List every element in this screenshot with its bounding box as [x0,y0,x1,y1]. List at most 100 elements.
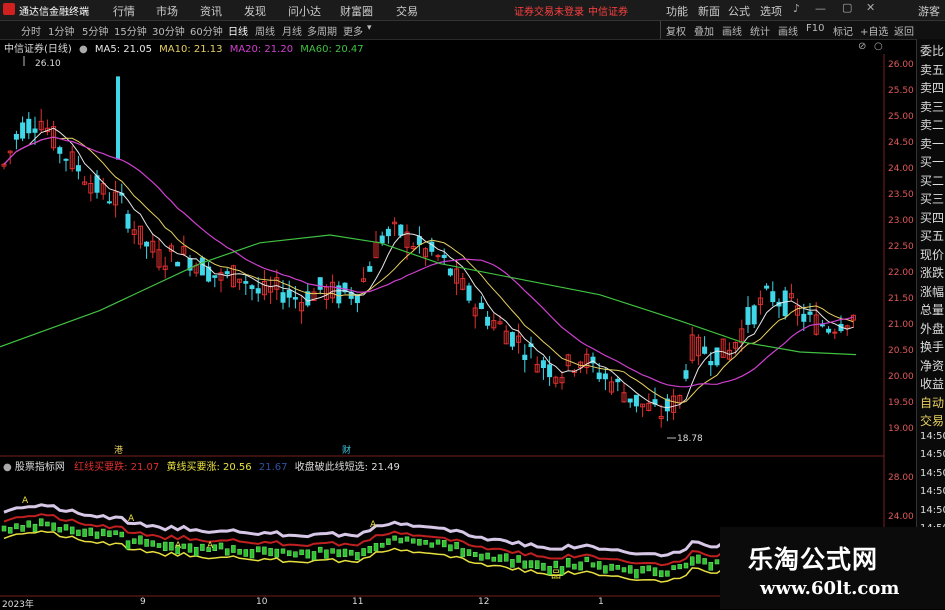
period-1min[interactable]: 1分钟 [48,23,74,38]
tool-add-watch[interactable]: +自选 [860,23,888,38]
candle-body [745,307,751,325]
indicator-bar [280,548,286,554]
quote-panel-item: 买二 [920,173,945,188]
guest-label[interactable]: 游客 [918,3,940,19]
menu-function[interactable]: 功能 [666,3,688,19]
close-icon[interactable]: ✕ [866,1,875,14]
candle-body [596,372,602,380]
indicator-bar [361,548,366,557]
candle-body [292,297,298,300]
tool-adjust[interactable]: 复权 [666,23,686,38]
candle-body [398,224,404,236]
tool-f10[interactable]: F10 [806,23,824,34]
tool-overlay[interactable]: 叠加 [694,23,714,38]
bell-icon[interactable]: ♪ [793,2,800,15]
period-day[interactable]: 日线 [228,23,248,38]
indicator-bar [57,527,63,533]
indicator-header: ● 股票指标网 红线买要跌: 21.07 黄线买要涨: 20.56 21.67 … [0,458,400,473]
indicator-bar [181,543,187,549]
indicator-bar [305,549,311,559]
indicator-bar [150,540,156,547]
indicator-bar [423,540,428,545]
indicator-bar [491,556,497,562]
quote-panel-item: 卖三 [920,99,945,114]
period-60min[interactable]: 60分钟 [190,23,223,38]
indicator-bar [615,565,621,570]
candle-body [435,255,441,258]
menu-ask[interactable]: 问小达 [288,3,321,19]
menu-quotes[interactable]: 行情 [113,3,135,19]
indicator-bar [714,559,720,565]
tool-mark[interactable]: 标记 [833,23,853,38]
menu-newface[interactable]: 新面 [698,3,720,19]
menu-trade[interactable]: 交易 [396,3,418,19]
quote-panel-item: 买五 [920,229,945,243]
tool-draw-line[interactable]: 画线 [778,23,798,38]
indicator-bar [609,563,614,571]
candle-body [379,235,385,244]
indicator-bar [169,541,174,551]
collapse-icon[interactable]: ⊘ [858,41,866,52]
menu-formula[interactable]: 公式 [728,3,750,19]
quote-panel-item: 换手 [920,340,945,354]
indicator-bar [398,537,404,544]
menu-options[interactable]: 选项 [760,3,782,19]
period-5min[interactable]: 5分钟 [82,23,108,38]
time-tick: 10 [256,597,268,607]
event-marker-hk[interactable]: 港 [114,443,123,456]
candle-body [478,302,484,310]
candle-body [751,305,757,325]
y-tick: 24.50 [888,138,914,148]
broker-name[interactable]: 中信证券 [588,3,628,18]
low-price-label: 18.78 [677,434,703,444]
indicator-bar [565,557,571,568]
period-intraday[interactable]: 分时 [21,23,41,38]
y-tick: 24.00 [888,164,914,174]
indicator-bar [94,531,100,539]
period-30min[interactable]: 30分钟 [152,23,185,38]
tool-draw[interactable]: 画线 [722,23,742,38]
indicator-bar [702,558,707,565]
settings-icon[interactable]: ● [3,462,12,473]
menu-news[interactable]: 资讯 [200,3,222,19]
event-marker-fin[interactable]: 财 [342,443,351,456]
period-more[interactable]: 更多 [343,23,363,38]
chevron-down-icon[interactable]: ▾ [367,23,372,33]
indicator-name[interactable]: 股票指标网 [15,462,65,473]
kline-chart[interactable] [0,54,916,609]
indicator-bar [324,549,329,559]
tool-back[interactable]: 返回 [894,23,914,38]
indicator-bar [379,542,385,548]
sub-y-tick: 24.00 [888,512,914,522]
period-week[interactable]: 周线 [255,23,275,38]
candle-body [447,268,453,276]
indicator-bar [138,535,143,545]
restore-icon[interactable]: ▢ [842,1,852,14]
candle-body [13,133,19,140]
close-chart-icon[interactable]: ○ [874,41,883,52]
y-tick: 22.50 [888,242,914,252]
menu-market[interactable]: 市场 [156,3,178,19]
indicator-bar [231,545,236,553]
indicator-bar [14,523,19,530]
y-tick: 20.50 [888,346,914,356]
indicator-bar [76,529,81,536]
quote-panel-item: 14:50 [920,430,945,442]
minimize-icon[interactable]: — [815,2,826,15]
quote-panel-item: 卖四 [920,81,945,95]
period-15min[interactable]: 15分钟 [114,23,147,38]
quote-panel-item: 14:50 [920,467,945,479]
login-status[interactable]: 证券交易未登录 [514,3,584,18]
candle-body [286,289,292,298]
menu-discover[interactable]: 发现 [244,3,266,19]
ma5-line [3,127,854,409]
signal-marker: A [128,514,135,524]
tool-stats[interactable]: 统计 [750,23,770,38]
period-multi[interactable]: 多周期 [307,23,337,38]
y-tick: 25.50 [888,86,914,96]
quote-panel-item: 买一 [920,155,945,169]
period-month[interactable]: 月线 [282,23,302,38]
time-tick: 12 [478,597,490,607]
y-tick: 21.00 [888,320,914,330]
menu-wealth[interactable]: 财富圈 [340,3,373,19]
